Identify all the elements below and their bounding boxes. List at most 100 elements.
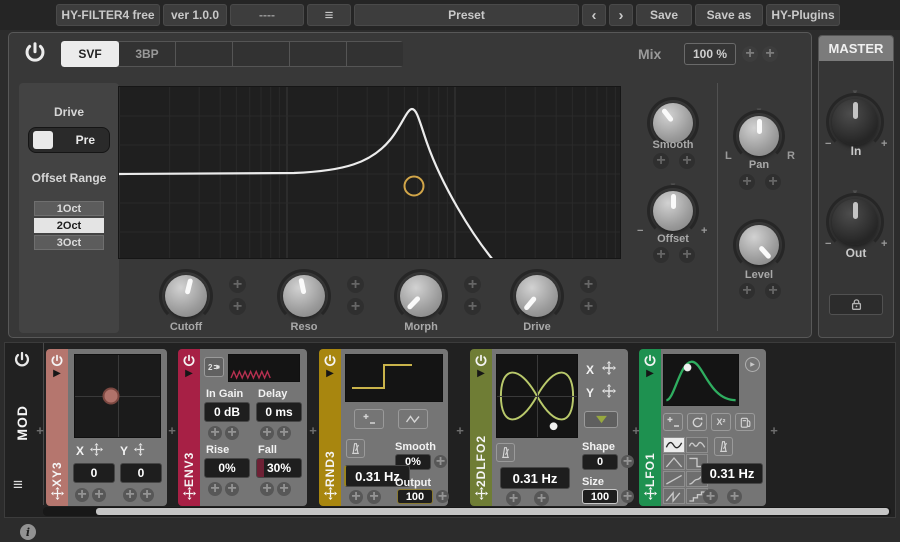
tab-svf[interactable]: SVF [61, 41, 119, 67]
tab-empty-4[interactable] [346, 41, 403, 67]
add-mod-slot-0[interactable]: + [33, 423, 47, 437]
xy3-y-plus-2[interactable]: + [140, 488, 154, 502]
env3-in-gain-plus-1[interactable]: + [208, 426, 222, 440]
xy3-pad[interactable] [74, 354, 161, 438]
env3-rise-plus-2[interactable]: + [225, 482, 239, 496]
offset-range-3oct[interactable]: 3Oct [34, 235, 104, 250]
move-icon[interactable] [134, 443, 147, 456]
env3-rise-value[interactable]: 0% [204, 458, 250, 478]
rnd3-smooth-plus[interactable]: + [434, 455, 447, 468]
rnd3-bipolar-button[interactable] [354, 409, 384, 429]
offset-range-1oct[interactable]: 1Oct [34, 201, 104, 216]
reso-knob[interactable] [283, 275, 325, 317]
dlfo2-shape-plus[interactable]: + [621, 455, 634, 468]
waveform-random-smooth-button[interactable] [686, 437, 708, 453]
dlfo2-rate-value[interactable]: 0.31 Hz [500, 467, 570, 489]
play-icon[interactable]: ▶ [477, 368, 485, 379]
master-in-knob[interactable] [832, 99, 878, 145]
move-icon[interactable] [644, 487, 657, 500]
lfo1-rate-plus-1[interactable]: + [703, 489, 718, 504]
add-mod-slot-2[interactable]: + [306, 423, 320, 437]
play-icon[interactable]: ▶ [185, 368, 193, 379]
waveform-sine-button[interactable] [663, 437, 685, 453]
cutoff-mod-plus-1[interactable]: + [229, 276, 246, 293]
tab-empty-2[interactable] [232, 41, 290, 67]
rnd3-rate-plus-2[interactable]: + [367, 490, 381, 504]
power-icon[interactable] [474, 354, 488, 368]
lfo1-bipolar-button[interactable] [663, 413, 683, 431]
smooth-mod-plus-1[interactable]: + [653, 153, 669, 169]
power-icon[interactable] [323, 354, 337, 368]
power-icon[interactable] [643, 354, 657, 368]
pan-knob[interactable] [739, 116, 779, 156]
lfo1-sync-button[interactable] [714, 437, 733, 456]
dlfo2-size-plus[interactable]: + [621, 490, 634, 503]
dlfo2-rate-plus-1[interactable]: + [506, 491, 521, 506]
xy3-x-value[interactable]: 0 [73, 463, 115, 483]
add-mod-slot-5[interactable]: + [767, 423, 781, 437]
drive-mod-plus-2[interactable]: + [580, 298, 597, 315]
xy3-x-plus-1[interactable]: + [75, 488, 89, 502]
drive-pre-toggle[interactable]: Pre [28, 127, 110, 153]
dlfo2-shape-value[interactable]: 0 [582, 454, 618, 470]
pan-mod-plus-2[interactable]: + [765, 174, 781, 190]
waveform-saw-button[interactable] [663, 488, 685, 504]
mod-list-menu-button[interactable]: ≡ [13, 475, 23, 495]
morph-mod-plus-2[interactable]: + [464, 298, 481, 315]
reso-mod-plus-2[interactable]: + [347, 298, 364, 315]
move-icon[interactable] [602, 384, 616, 398]
play-icon[interactable]: ▶ [326, 368, 334, 379]
xy3-pad-dot[interactable] [102, 388, 119, 405]
cutoff-drag-handle[interactable] [405, 177, 424, 196]
smooth-mod-plus-2[interactable]: + [679, 153, 695, 169]
save-as-button[interactable]: Save as [695, 4, 763, 26]
move-icon[interactable] [324, 487, 337, 500]
level-mod-plus-1[interactable]: + [739, 283, 755, 299]
add-mod-slot-1[interactable]: + [165, 423, 179, 437]
offset-range-2oct[interactable]: 2Oct [34, 218, 104, 233]
dlfo2-sync-button[interactable] [496, 443, 515, 462]
rnd3-output-plus[interactable]: + [436, 490, 449, 503]
power-icon[interactable] [50, 354, 64, 368]
env3-fall-plus-1[interactable]: + [260, 482, 274, 496]
move-icon[interactable] [90, 443, 103, 456]
env3-rise-plus-1[interactable]: + [208, 482, 222, 496]
smooth-knob[interactable] [653, 103, 693, 143]
rnd3-output-value[interactable]: 100 [397, 489, 433, 504]
play-icon[interactable]: ▶ [53, 368, 61, 379]
tab-empty-1[interactable] [175, 41, 233, 67]
plugin-name-button[interactable]: HY-FILTER4 free [56, 4, 160, 26]
move-icon[interactable] [602, 361, 616, 375]
offset-mod-plus-1[interactable]: + [653, 247, 669, 263]
env3-fall-plus-2[interactable]: + [277, 482, 291, 496]
env3-input-select-button[interactable]: 2 [204, 357, 224, 377]
play-icon[interactable]: ▶ [646, 368, 654, 379]
waveform-ramp-button[interactable] [663, 471, 685, 487]
mix-value[interactable]: 100 % [684, 43, 736, 65]
morph-knob[interactable] [400, 275, 442, 317]
lfo1-env-amount-button[interactable] [735, 413, 755, 431]
env3-fall-value[interactable]: 30% [256, 458, 302, 478]
pan-mod-plus-1[interactable]: + [739, 174, 755, 190]
morph-mod-plus-1[interactable]: + [464, 276, 481, 293]
lfo1-rate-plus-2[interactable]: + [727, 489, 742, 504]
lfo1-rate-value[interactable]: 0.31 Hz [701, 463, 763, 484]
rnd3-sync-button[interactable] [346, 439, 365, 458]
brand-button[interactable]: HY-Plugins [766, 4, 840, 26]
power-icon[interactable] [182, 354, 196, 368]
filter-power-button[interactable] [23, 41, 47, 65]
lfo1-exp-curve-button[interactable]: X² [711, 413, 731, 431]
preset-prev-button[interactable]: ‹ [582, 4, 606, 26]
save-button[interactable]: Save [636, 4, 692, 26]
rnd3-rate-plus-1[interactable]: + [349, 490, 363, 504]
tab-3bp[interactable]: 3BP [118, 41, 176, 67]
dlfo2-size-value[interactable]: 100 [582, 489, 618, 504]
mod-scrollbar-track[interactable] [43, 507, 891, 516]
slot-select-button[interactable]: ---- [230, 4, 304, 26]
xy3-y-plus-1[interactable]: + [123, 488, 137, 502]
env3-delay-plus-2[interactable]: + [277, 426, 291, 440]
lfo1-trigger-button[interactable]: ▶ [745, 357, 760, 372]
menu-button[interactable]: ≡ [307, 4, 351, 26]
mix-mod-plus-2[interactable]: + [762, 46, 778, 62]
mod-scrollbar-thumb[interactable] [96, 508, 889, 515]
